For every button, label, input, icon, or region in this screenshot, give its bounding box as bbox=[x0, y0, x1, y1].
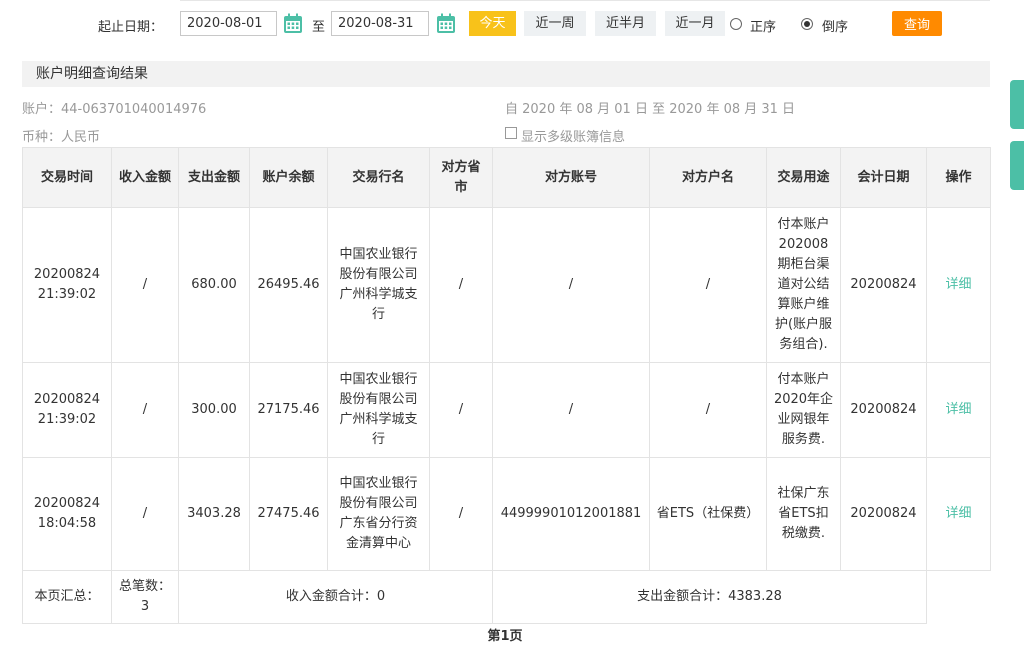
summary-row: 本页汇总： 总笔数：3 收入金额合计：0 支出金额合计：4383.28 bbox=[22, 570, 991, 624]
txn-time: 20200824 21:39:02 bbox=[22, 207, 112, 363]
top-divider bbox=[180, 0, 990, 1]
balance-cell: 27475.46 bbox=[249, 457, 328, 571]
province-cell: / bbox=[429, 362, 493, 458]
income-cell: / bbox=[111, 362, 179, 458]
page-indicator: 第1页 bbox=[487, 629, 523, 644]
date-range-separator: 至 bbox=[312, 20, 326, 35]
bank-cell: 中国农业银行股份有限公司广州科学城支行 bbox=[327, 207, 430, 363]
currency: 币种：人民币 bbox=[22, 130, 101, 145]
search-button[interactable]: 查询 bbox=[892, 11, 942, 36]
province-cell: / bbox=[429, 457, 493, 571]
col-header: 会计日期 bbox=[840, 147, 927, 208]
col-header: 交易时间 bbox=[22, 147, 112, 208]
col-header: 对方户名 bbox=[649, 147, 767, 208]
table-row: 20200824 18:04:58 / 3403.28 27475.46 中国农业… bbox=[22, 457, 991, 571]
counter-name-cell: / bbox=[649, 362, 767, 458]
table-row: 20200824 21:39:02 / 680.00 26495.46 中国农业银… bbox=[22, 207, 991, 363]
expense-cell: 300.00 bbox=[178, 362, 250, 458]
acct-date-cell: 20200824 bbox=[840, 457, 927, 571]
start-date-input[interactable]: 2020-08-01 bbox=[180, 11, 277, 36]
query-bar: 起止日期： 2020-08-01 至 2020-08-31 今天 近一周 近半月… bbox=[0, 11, 1024, 37]
acct-date-cell: 20200824 bbox=[840, 362, 927, 458]
income-cell: / bbox=[111, 457, 179, 571]
expense-cell: 3403.28 bbox=[178, 457, 250, 571]
summary-empty bbox=[926, 570, 991, 624]
counter-account-cell: / bbox=[492, 207, 650, 363]
end-date-input[interactable]: 2020-08-31 bbox=[331, 11, 429, 36]
balance-cell: 27175.46 bbox=[249, 362, 328, 458]
col-header: 操作 bbox=[926, 147, 991, 208]
calendar-icon[interactable] bbox=[283, 13, 303, 34]
sort-asc-label[interactable]: 正序 bbox=[750, 16, 776, 35]
purpose-cell: 付本账户2020年企业网银年服务费. bbox=[766, 362, 841, 458]
txn-time: 20200824 18:04:58 bbox=[22, 457, 112, 571]
side-tab-top[interactable] bbox=[1010, 80, 1024, 129]
date-range-label: 起止日期： bbox=[98, 20, 164, 35]
province-cell: / bbox=[429, 207, 493, 363]
summary-count: 总笔数：3 bbox=[111, 570, 179, 624]
income-cell: / bbox=[111, 207, 179, 363]
today-button[interactable]: 今天 bbox=[469, 11, 516, 36]
last-week-button[interactable]: 近一周 bbox=[524, 11, 586, 36]
col-header: 收入金额 bbox=[111, 147, 179, 208]
col-header: 交易用途 bbox=[766, 147, 841, 208]
purpose-cell: 付本账户202008期柜台渠道对公结算账户维护(账户服务组合). bbox=[766, 207, 841, 363]
counter-name-cell: 省ETS（社保费） bbox=[649, 457, 767, 571]
side-tab-bottom[interactable] bbox=[1010, 141, 1024, 190]
detail-link[interactable]: 详细 bbox=[926, 362, 991, 458]
balance-cell: 26495.46 bbox=[249, 207, 328, 363]
sort-desc-label[interactable]: 倒序 bbox=[822, 16, 848, 35]
detail-link[interactable]: 详细 bbox=[926, 207, 991, 363]
bank-cell: 中国农业银行股份有限公司广东省分行资金清算中心 bbox=[327, 457, 430, 571]
table-row: 20200824 21:39:02 / 300.00 27175.46 中国农业银… bbox=[22, 362, 991, 458]
col-header: 对方省市 bbox=[429, 147, 493, 208]
result-title: 账户明细查询结果 bbox=[22, 61, 990, 87]
query-period: 自 2020 年 08 月 01 日 至 2020 年 08 月 31 日 bbox=[505, 102, 796, 117]
multi-level-checkbox[interactable] bbox=[505, 127, 517, 139]
last-month-button[interactable]: 近一月 bbox=[665, 11, 725, 36]
acct-date-cell: 20200824 bbox=[840, 207, 927, 363]
transaction-table: 交易时间 收入金额 支出金额 账户余额 交易行名 对方省市 对方账号 对方户名 … bbox=[22, 147, 991, 624]
calendar-icon[interactable] bbox=[436, 13, 456, 34]
bank-cell: 中国农业银行股份有限公司广州科学城支行 bbox=[327, 362, 430, 458]
expense-cell: 680.00 bbox=[178, 207, 250, 363]
sort-asc-radio[interactable] bbox=[730, 18, 742, 30]
multi-level-label[interactable]: 显示多级账簿信息 bbox=[521, 126, 625, 145]
table-header-row: 交易时间 收入金额 支出金额 账户余额 交易行名 对方省市 对方账号 对方户名 … bbox=[22, 147, 991, 208]
col-header: 账户余额 bbox=[249, 147, 328, 208]
sort-desc-radio[interactable] bbox=[801, 18, 813, 30]
col-header: 对方账号 bbox=[492, 147, 650, 208]
income-total: 收入金额合计：0 bbox=[178, 570, 493, 624]
account-number: 账户：44-063701040014976 bbox=[22, 102, 207, 117]
counter-name-cell: / bbox=[649, 207, 767, 363]
purpose-cell: 社保广东省ETS扣税缴费. bbox=[766, 457, 841, 571]
col-header: 交易行名 bbox=[327, 147, 430, 208]
col-header: 支出金额 bbox=[178, 147, 250, 208]
counter-account-cell: / bbox=[492, 362, 650, 458]
detail-link[interactable]: 详细 bbox=[926, 457, 991, 571]
expense-total: 支出金额合计：4383.28 bbox=[492, 570, 927, 624]
counter-account-cell: 44999901012001881 bbox=[492, 457, 650, 571]
last-half-month-button[interactable]: 近半月 bbox=[595, 11, 656, 36]
summary-label: 本页汇总： bbox=[22, 570, 112, 624]
txn-time: 20200824 21:39:02 bbox=[22, 362, 112, 458]
